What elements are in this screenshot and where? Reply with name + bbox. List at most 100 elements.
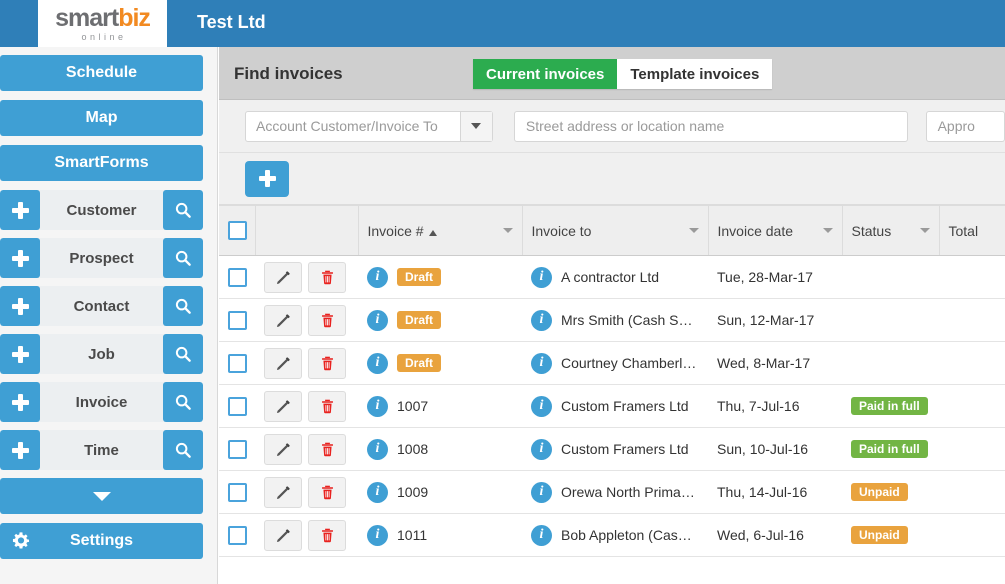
table-row[interactable]: i 1007 i Custom Framers Ltd Thu, 7-Jul-16 Pai… [219, 384, 1005, 428]
delete-row-button[interactable] [308, 304, 346, 336]
add-contact-button[interactable] [0, 286, 40, 326]
row-checkbox[interactable] [228, 482, 247, 502]
invoice-number-cell: i 1007 [358, 384, 522, 428]
add-invoice-button[interactable] [0, 382, 40, 422]
sidebar-item-label: Customer [66, 201, 137, 219]
table-row[interactable]: i Draft i A contractor Ltd Tue, 28-Mar-17 [219, 255, 1005, 299]
add-invoice-toolbar-button[interactable] [245, 160, 289, 197]
info-icon[interactable]: i [367, 481, 388, 503]
tab-current-invoices[interactable]: Current invoices [473, 59, 618, 89]
table-row[interactable]: i 1008 i Custom Framers Ltd Sun, 10-Jul-16 Pa… [219, 427, 1005, 471]
chevron-down-icon[interactable] [502, 228, 513, 233]
pencil-icon [276, 442, 290, 456]
select-all-checkbox[interactable] [228, 221, 247, 240]
table-header-row: Invoice # Invoice to Invoice date Status… [219, 205, 1005, 256]
row-checkbox[interactable] [228, 396, 247, 416]
info-icon[interactable]: i [531, 266, 552, 288]
paid-in-full-badge: Paid in full [851, 397, 928, 415]
info-icon[interactable]: i [531, 481, 552, 503]
info-icon[interactable]: i [531, 395, 552, 417]
customer-select[interactable]: Account Customer/Invoice To [245, 110, 493, 142]
info-icon[interactable]: i [367, 524, 388, 546]
chevron-down-icon[interactable] [688, 228, 699, 233]
column-label: Invoice date [717, 222, 794, 239]
edit-row-button[interactable] [264, 519, 302, 551]
tab-template-invoices[interactable]: Template invoices [617, 59, 773, 89]
search-prospect-button[interactable] [163, 238, 203, 278]
delete-row-button[interactable] [308, 519, 346, 551]
info-icon[interactable]: i [367, 309, 388, 331]
edit-row-button[interactable] [264, 390, 302, 422]
column-header-invoice-date[interactable]: Invoice date [708, 205, 843, 256]
table-row[interactable]: i Draft i Mrs Smith (Cash Sale) Sun, 12-Mar-… [219, 298, 1005, 342]
delete-row-button[interactable] [308, 347, 346, 379]
info-icon[interactable]: i [367, 352, 388, 374]
chevron-down-icon[interactable] [919, 228, 930, 233]
info-icon[interactable]: i [367, 395, 388, 417]
table-row[interactable]: i Draft i Courtney Chamberlai... Wed, 8-Mar-… [219, 341, 1005, 385]
delete-row-button[interactable] [308, 476, 346, 508]
table-row[interactable]: i 1011 i Bob Appleton (Cash ... Wed, 6-Jul-1… [219, 513, 1005, 557]
edit-row-button[interactable] [264, 304, 302, 336]
add-job-button[interactable] [0, 334, 40, 374]
search-icon [175, 202, 191, 218]
search-customer-button[interactable] [163, 190, 203, 230]
sidebar-item-schedule[interactable]: Schedule [0, 55, 203, 91]
search-icon [175, 298, 191, 314]
info-icon[interactable]: i [367, 438, 388, 460]
sidebar-expand-button[interactable] [0, 478, 203, 514]
edit-row-button[interactable] [264, 476, 302, 508]
invoice-to-cell: i Custom Framers Ltd [522, 384, 708, 428]
row-checkbox[interactable] [228, 525, 247, 545]
add-prospect-button[interactable] [0, 238, 40, 278]
row-checkbox[interactable] [228, 310, 247, 330]
row-checkbox[interactable] [228, 439, 247, 459]
search-time-button[interactable] [163, 430, 203, 470]
delete-row-button[interactable] [308, 433, 346, 465]
main-panel: Find invoices Current invoices Template … [219, 47, 1005, 584]
invoice-date-cell: Sun, 12-Mar-17 [708, 298, 842, 342]
dropdown-caret-button[interactable] [459, 111, 492, 141]
chevron-down-icon[interactable] [822, 228, 833, 233]
status-cell [842, 255, 939, 299]
add-time-button[interactable] [0, 430, 40, 470]
invoice-to-value: Custom Framers Ltd [561, 398, 689, 414]
edit-row-button[interactable] [264, 347, 302, 379]
column-header-invoice-to[interactable]: Invoice to [522, 205, 709, 256]
sidebar-item-settings[interactable]: Settings [0, 523, 203, 559]
column-header-total[interactable]: Total [939, 205, 1005, 256]
search-job-button[interactable] [163, 334, 203, 374]
delete-row-button[interactable] [308, 261, 346, 293]
address-search-input[interactable]: Street address or location name [513, 110, 908, 142]
info-icon[interactable]: i [531, 309, 552, 331]
edit-row-button[interactable] [264, 261, 302, 293]
info-icon[interactable]: i [531, 524, 552, 546]
invoice-date-cell: Sun, 10-Jul-16 [708, 427, 842, 471]
company-name: Test Ltd [197, 12, 266, 32]
approval-filter-input[interactable]: Appro [925, 110, 1005, 142]
search-icon [175, 346, 191, 362]
add-customer-button[interactable] [0, 190, 40, 230]
edit-row-button[interactable] [264, 433, 302, 465]
sidebar-item-map[interactable]: Map [0, 100, 203, 136]
total-cell [939, 298, 1005, 342]
search-invoice-button[interactable] [163, 382, 203, 422]
row-checkbox[interactable] [228, 267, 247, 287]
invoice-number: 1007 [397, 398, 429, 414]
delete-row-button[interactable] [308, 390, 346, 422]
trash-icon [321, 485, 333, 499]
info-icon[interactable]: i [367, 266, 388, 288]
table-row[interactable]: i 1009 i Orewa North Primary... Thu, 14-Jul-… [219, 470, 1005, 514]
sidebar-item-smartforms[interactable]: SmartForms [0, 145, 203, 181]
column-header-invoice-number[interactable]: Invoice # [358, 205, 523, 256]
column-header-status[interactable]: Status [842, 205, 940, 256]
row-checkbox[interactable] [228, 353, 247, 373]
info-icon[interactable]: i [531, 352, 552, 374]
search-contact-button[interactable] [163, 286, 203, 326]
total-cell [939, 427, 1005, 471]
draft-badge: Draft [397, 311, 442, 329]
invoices-table: Invoice # Invoice to Invoice date Status… [219, 205, 1005, 557]
info-icon[interactable]: i [531, 438, 552, 460]
app-logo[interactable]: smartbiz online [38, 0, 167, 47]
page-title: Find invoices [234, 64, 343, 83]
